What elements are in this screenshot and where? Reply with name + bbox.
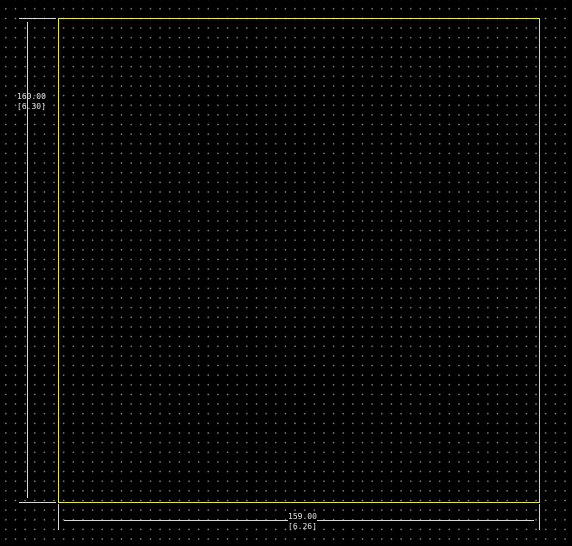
width-dim-ext-right (539, 504, 540, 530)
width-dim-value: 159.00 (288, 512, 317, 522)
height-dim-inches: [6.30] (17, 102, 46, 111)
width-dim-inches: [6.26] (288, 522, 317, 531)
height-dim-ext-top (19, 18, 56, 19)
board-outline[interactable] (58, 18, 540, 503)
width-dim-ext-left (58, 504, 59, 530)
pcb-canvas[interactable]: 160.00 [6.30] 159.00 [6.26] (0, 0, 572, 546)
height-dim-ext-bottom (19, 502, 56, 503)
height-dim-value: 160.00 (17, 92, 46, 101)
